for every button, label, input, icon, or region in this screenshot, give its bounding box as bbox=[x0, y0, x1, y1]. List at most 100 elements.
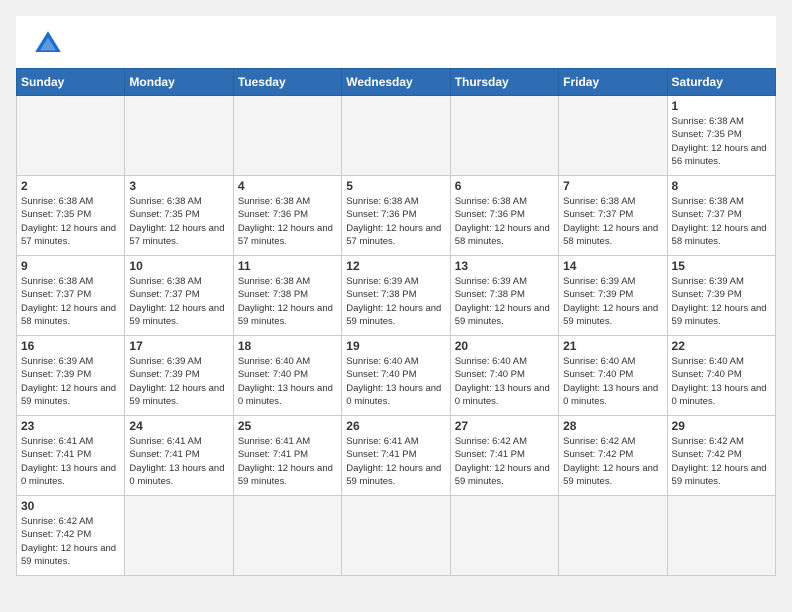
day-info: Sunrise: 6:41 AM Sunset: 7:41 PM Dayligh… bbox=[21, 435, 120, 488]
day-number: 10 bbox=[129, 259, 228, 273]
day-number: 13 bbox=[455, 259, 554, 273]
day-number: 11 bbox=[238, 259, 337, 273]
day-number: 25 bbox=[238, 419, 337, 433]
day-cell bbox=[233, 496, 341, 576]
day-number: 2 bbox=[21, 179, 120, 193]
day-info: Sunrise: 6:38 AM Sunset: 7:38 PM Dayligh… bbox=[238, 275, 337, 328]
day-cell: 15Sunrise: 6:39 AM Sunset: 7:39 PM Dayli… bbox=[667, 256, 775, 336]
day-number: 4 bbox=[238, 179, 337, 193]
day-cell: 9 Sunrise: 6:38 AM Sunset: 7:37 PM Daylig… bbox=[17, 256, 125, 336]
day-number: 7 bbox=[563, 179, 662, 193]
day-cell: 11 Sunrise: 6:38 AM Sunset: 7:38 PM Dayli… bbox=[233, 256, 341, 336]
day-cell: 23 Sunrise: 6:41 AM Sunset: 7:41 PM Dayli… bbox=[17, 416, 125, 496]
day-info: Sunrise: 6:40 AM Sunset: 7:40 PM Dayligh… bbox=[672, 355, 771, 408]
calendar-page: SundayMondayTuesdayWednesdayThursdayFrid… bbox=[16, 16, 776, 576]
day-info: Sunrise: 6:39 AM Sunset: 7:38 PM Dayligh… bbox=[455, 275, 554, 328]
day-number: 3 bbox=[129, 179, 228, 193]
day-cell bbox=[125, 96, 233, 176]
col-header-friday: Friday bbox=[559, 69, 667, 96]
col-header-saturday: Saturday bbox=[667, 69, 775, 96]
day-cell bbox=[342, 96, 450, 176]
day-info: Sunrise: 6:42 AM Sunset: 7:42 PM Dayligh… bbox=[563, 435, 662, 488]
day-cell: 22 Sunrise: 6:40 AM Sunset: 7:40 PM Dayli… bbox=[667, 336, 775, 416]
day-cell: 5Sunrise: 6:38 AM Sunset: 7:36 PM Daylig… bbox=[342, 176, 450, 256]
day-cell: 21 Sunrise: 6:40 AM Sunset: 7:40 PM Dayli… bbox=[559, 336, 667, 416]
day-cell: 29Sunrise: 6:42 AM Sunset: 7:42 PM Dayli… bbox=[667, 416, 775, 496]
day-number: 26 bbox=[346, 419, 445, 433]
day-info: Sunrise: 6:38 AM Sunset: 7:35 PM Dayligh… bbox=[21, 195, 120, 248]
day-number: 15 bbox=[672, 259, 771, 273]
calendar-table: SundayMondayTuesdayWednesdayThursdayFrid… bbox=[16, 68, 776, 576]
col-header-wednesday: Wednesday bbox=[342, 69, 450, 96]
col-header-monday: Monday bbox=[125, 69, 233, 96]
day-info: Sunrise: 6:38 AM Sunset: 7:37 PM Dayligh… bbox=[563, 195, 662, 248]
day-info: Sunrise: 6:38 AM Sunset: 7:36 PM Dayligh… bbox=[238, 195, 337, 248]
day-cell: 16 Sunrise: 6:39 AM Sunset: 7:39 PM Dayli… bbox=[17, 336, 125, 416]
day-info: Sunrise: 6:39 AM Sunset: 7:39 PM Dayligh… bbox=[21, 355, 120, 408]
day-cell: 13 Sunrise: 6:39 AM Sunset: 7:38 PM Dayli… bbox=[450, 256, 558, 336]
day-number: 18 bbox=[238, 339, 337, 353]
day-cell: 26 Sunrise: 6:41 AM Sunset: 7:41 PM Dayli… bbox=[342, 416, 450, 496]
logo bbox=[32, 28, 68, 60]
day-number: 9 bbox=[21, 259, 120, 273]
day-number: 8 bbox=[672, 179, 771, 193]
day-number: 17 bbox=[129, 339, 228, 353]
day-cell bbox=[450, 96, 558, 176]
day-number: 12 bbox=[346, 259, 445, 273]
day-number: 16 bbox=[21, 339, 120, 353]
day-cell: 4 Sunrise: 6:38 AM Sunset: 7:36 PM Daylig… bbox=[233, 176, 341, 256]
day-info: Sunrise: 6:41 AM Sunset: 7:41 PM Dayligh… bbox=[129, 435, 228, 488]
day-info: Sunrise: 6:42 AM Sunset: 7:42 PM Dayligh… bbox=[21, 515, 120, 568]
day-info: Sunrise: 6:40 AM Sunset: 7:40 PM Dayligh… bbox=[563, 355, 662, 408]
day-cell: 1 Sunrise: 6:38 AM Sunset: 7:35 PM Daylig… bbox=[667, 96, 775, 176]
week-row-3: 9 Sunrise: 6:38 AM Sunset: 7:37 PM Daylig… bbox=[17, 256, 776, 336]
day-number: 22 bbox=[672, 339, 771, 353]
day-cell: 10 Sunrise: 6:38 AM Sunset: 7:37 PM Dayli… bbox=[125, 256, 233, 336]
day-info: Sunrise: 6:39 AM Sunset: 7:39 PM Dayligh… bbox=[129, 355, 228, 408]
day-number: 23 bbox=[21, 419, 120, 433]
day-info: Sunrise: 6:39 AM Sunset: 7:39 PM Dayligh… bbox=[563, 275, 662, 328]
day-number: 21 bbox=[563, 339, 662, 353]
day-number: 6 bbox=[455, 179, 554, 193]
logo-icon bbox=[32, 28, 64, 60]
day-cell: 14 Sunrise: 6:39 AM Sunset: 7:39 PM Dayli… bbox=[559, 256, 667, 336]
day-number: 1 bbox=[672, 99, 771, 113]
day-cell: 3 Sunrise: 6:38 AM Sunset: 7:35 PM Daylig… bbox=[125, 176, 233, 256]
day-cell: 19 Sunrise: 6:40 AM Sunset: 7:40 PM Dayli… bbox=[342, 336, 450, 416]
day-cell bbox=[17, 96, 125, 176]
day-cell: 18Sunrise: 6:40 AM Sunset: 7:40 PM Dayli… bbox=[233, 336, 341, 416]
day-number: 19 bbox=[346, 339, 445, 353]
day-info: Sunrise: 6:41 AM Sunset: 7:41 PM Dayligh… bbox=[346, 435, 445, 488]
day-number: 29 bbox=[672, 419, 771, 433]
day-cell: 8 Sunrise: 6:38 AM Sunset: 7:37 PM Daylig… bbox=[667, 176, 775, 256]
day-info: Sunrise: 6:38 AM Sunset: 7:35 PM Dayligh… bbox=[672, 115, 771, 168]
header bbox=[16, 16, 776, 68]
day-number: 28 bbox=[563, 419, 662, 433]
col-header-thursday: Thursday bbox=[450, 69, 558, 96]
week-row-6: 30 Sunrise: 6:42 AM Sunset: 7:42 PM Dayli… bbox=[17, 496, 776, 576]
header-row: SundayMondayTuesdayWednesdayThursdayFrid… bbox=[17, 69, 776, 96]
day-cell bbox=[342, 496, 450, 576]
day-number: 14 bbox=[563, 259, 662, 273]
day-info: Sunrise: 6:39 AM Sunset: 7:38 PM Dayligh… bbox=[346, 275, 445, 328]
week-row-5: 23 Sunrise: 6:41 AM Sunset: 7:41 PM Dayli… bbox=[17, 416, 776, 496]
day-cell bbox=[667, 496, 775, 576]
day-info: Sunrise: 6:40 AM Sunset: 7:40 PM Dayligh… bbox=[346, 355, 445, 408]
day-number: 24 bbox=[129, 419, 228, 433]
day-info: Sunrise: 6:38 AM Sunset: 7:37 PM Dayligh… bbox=[672, 195, 771, 248]
day-number: 27 bbox=[455, 419, 554, 433]
day-cell: 6Sunrise: 6:38 AM Sunset: 7:36 PM Daylig… bbox=[450, 176, 558, 256]
day-info: Sunrise: 6:38 AM Sunset: 7:35 PM Dayligh… bbox=[129, 195, 228, 248]
week-row-2: 2 Sunrise: 6:38 AM Sunset: 7:35 PM Daylig… bbox=[17, 176, 776, 256]
day-cell bbox=[450, 496, 558, 576]
day-number: 30 bbox=[21, 499, 120, 513]
day-cell bbox=[233, 96, 341, 176]
day-info: Sunrise: 6:38 AM Sunset: 7:37 PM Dayligh… bbox=[21, 275, 120, 328]
day-info: Sunrise: 6:38 AM Sunset: 7:37 PM Dayligh… bbox=[129, 275, 228, 328]
day-cell: 25Sunrise: 6:41 AM Sunset: 7:41 PM Dayli… bbox=[233, 416, 341, 496]
day-cell: 12 Sunrise: 6:39 AM Sunset: 7:38 PM Dayli… bbox=[342, 256, 450, 336]
day-info: Sunrise: 6:42 AM Sunset: 7:41 PM Dayligh… bbox=[455, 435, 554, 488]
col-header-sunday: Sunday bbox=[17, 69, 125, 96]
day-cell: 2 Sunrise: 6:38 AM Sunset: 7:35 PM Daylig… bbox=[17, 176, 125, 256]
day-cell bbox=[559, 96, 667, 176]
